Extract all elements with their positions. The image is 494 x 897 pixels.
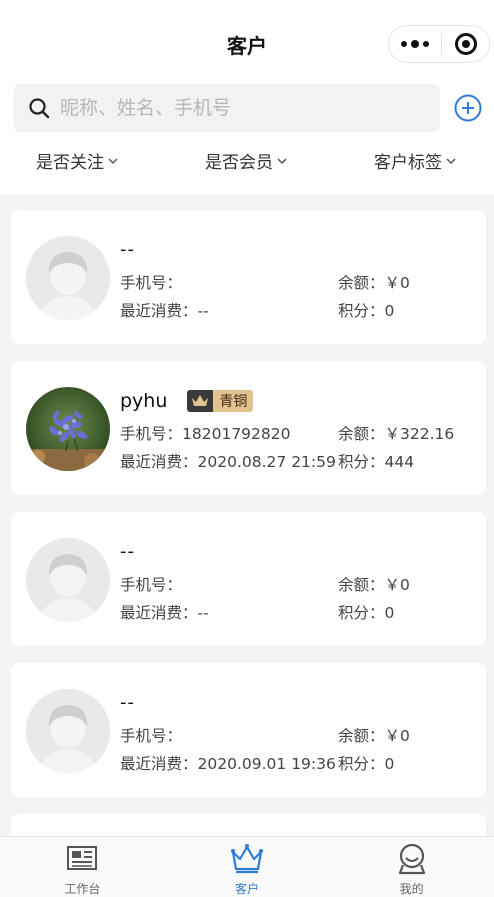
phone-row: 手机号：18201792820: [120, 422, 291, 444]
member-level-badge: 青铜: [187, 390, 254, 412]
phone-row: 手机号：: [120, 573, 182, 595]
filter-followed[interactable]: 是否关注: [36, 148, 118, 173]
filter-label: 是否关注: [36, 153, 104, 173]
member-level-label: 青铜: [213, 390, 254, 412]
phone-value: 18201792820: [182, 425, 291, 443]
filter-member[interactable]: 是否会员: [205, 148, 287, 173]
filter-bar: 是否关注 是否会员 客户标签: [0, 148, 494, 178]
balance-label: 余额：: [338, 576, 385, 594]
customer-name: pyhu: [120, 390, 168, 412]
recent-row: 最近消费：--: [120, 601, 209, 623]
recent-label: 最近消费：: [120, 302, 198, 320]
phone-row: 手机号：: [120, 724, 182, 746]
balance-label: 余额：: [338, 425, 385, 443]
filter-tags[interactable]: 客户标签: [374, 148, 456, 173]
nav-bar: 客户: [0, 0, 494, 84]
chevron-down-icon: [108, 157, 118, 164]
balance-label: 余额：: [338, 274, 385, 292]
recent-value: --: [197, 302, 209, 320]
tab-label: 工作台: [64, 882, 101, 896]
chevron-down-icon: [277, 157, 287, 164]
search-icon: [29, 98, 50, 119]
recent-value: 2020.08.27 21:59: [197, 453, 336, 471]
default-avatar: [26, 689, 110, 773]
tab-label: 客户: [235, 882, 260, 896]
more-menu-icon[interactable]: [389, 26, 441, 62]
points-row: 积分：0: [338, 299, 394, 321]
balance-value: ￥0: [384, 576, 410, 594]
add-customer-icon[interactable]: [454, 94, 482, 122]
customer-name: --: [120, 239, 135, 260]
phone-label: 手机号：: [120, 274, 183, 292]
points-row: 积分：444: [338, 450, 414, 472]
mini-program-capsule: [388, 25, 490, 63]
recent-label: 最近消费：: [120, 604, 198, 622]
points-label: 积分：: [338, 302, 385, 320]
search-input[interactable]: [60, 97, 420, 119]
recent-value: 2020.09.01 19:36: [197, 755, 336, 773]
balance-row: 余额：￥0: [338, 573, 410, 595]
points-label: 积分：: [338, 604, 385, 622]
customer-name: --: [120, 541, 135, 562]
balance-row: 余额：￥0: [338, 271, 410, 293]
crown-icon: [231, 844, 263, 874]
recent-row: 最近消费：--: [120, 299, 209, 321]
points-label: 积分：: [338, 755, 385, 773]
phone-row: 手机号：: [120, 271, 182, 293]
customer-card[interactable]: -- 手机号： 最近消费：-- 余额：￥0 积分：0: [11, 210, 486, 344]
balance-row: 余额：￥322.16: [338, 422, 454, 444]
recent-value: --: [197, 604, 209, 622]
default-avatar: [26, 538, 110, 622]
points-value: 0: [384, 755, 395, 773]
filter-label: 是否会员: [205, 153, 273, 173]
recent-row: 最近消费：2020.09.01 19:36: [120, 752, 336, 774]
customer-name-row: pyhu 青铜: [120, 390, 254, 412]
chevron-down-icon: [446, 157, 456, 164]
close-mini-program-icon[interactable]: [442, 26, 489, 62]
recent-label: 最近消费：: [120, 453, 198, 471]
tab-bar: 工作台 客户 我的: [0, 836, 494, 897]
phone-label: 手机号：: [120, 425, 183, 443]
tab-customers[interactable]: 客户: [165, 837, 330, 897]
balance-value: ￥0: [384, 727, 410, 745]
default-avatar: [26, 236, 110, 320]
customer-card[interactable]: -- 手机号： 最近消费：-- 余额：￥0 积分：0: [11, 512, 486, 646]
points-row: 积分：0: [338, 601, 394, 623]
points-value: 444: [384, 453, 415, 471]
customer-name: --: [120, 692, 135, 713]
customer-avatar-photo: [26, 387, 110, 471]
customer-page: 客户 是否关注 是否会员: [0, 0, 494, 897]
tab-workbench[interactable]: 工作台: [0, 837, 165, 897]
points-row: 积分：0: [338, 752, 394, 774]
points-label: 积分：: [338, 453, 385, 471]
balance-label: 余额：: [338, 727, 385, 745]
customer-card[interactable]: pyhu 青铜 手机号：18201792820 最近消费：2020.08.27 …: [11, 361, 486, 495]
points-value: 0: [384, 302, 395, 320]
phone-label: 手机号：: [120, 576, 183, 594]
profile-icon: [398, 843, 425, 875]
search-box[interactable]: [14, 84, 440, 132]
balance-value: ￥0: [384, 274, 410, 292]
search-area: 是否关注 是否会员 客户标签: [0, 84, 494, 194]
recent-label: 最近消费：: [120, 755, 198, 773]
balance-value: ￥322.16: [384, 425, 455, 443]
tab-mine[interactable]: 我的: [329, 837, 494, 897]
points-value: 0: [384, 604, 395, 622]
filter-label: 客户标签: [374, 153, 442, 173]
recent-row: 最近消费：2020.08.27 21:59: [120, 450, 336, 472]
tab-label: 我的: [399, 882, 424, 896]
phone-label: 手机号：: [120, 727, 183, 745]
crown-icon: [187, 390, 214, 412]
balance-row: 余额：￥0: [338, 724, 410, 746]
customer-card[interactable]: -- 手机号： 最近消费：2020.09.01 19:36 余额：￥0 积分：0: [11, 663, 486, 797]
workbench-icon: [67, 846, 98, 870]
